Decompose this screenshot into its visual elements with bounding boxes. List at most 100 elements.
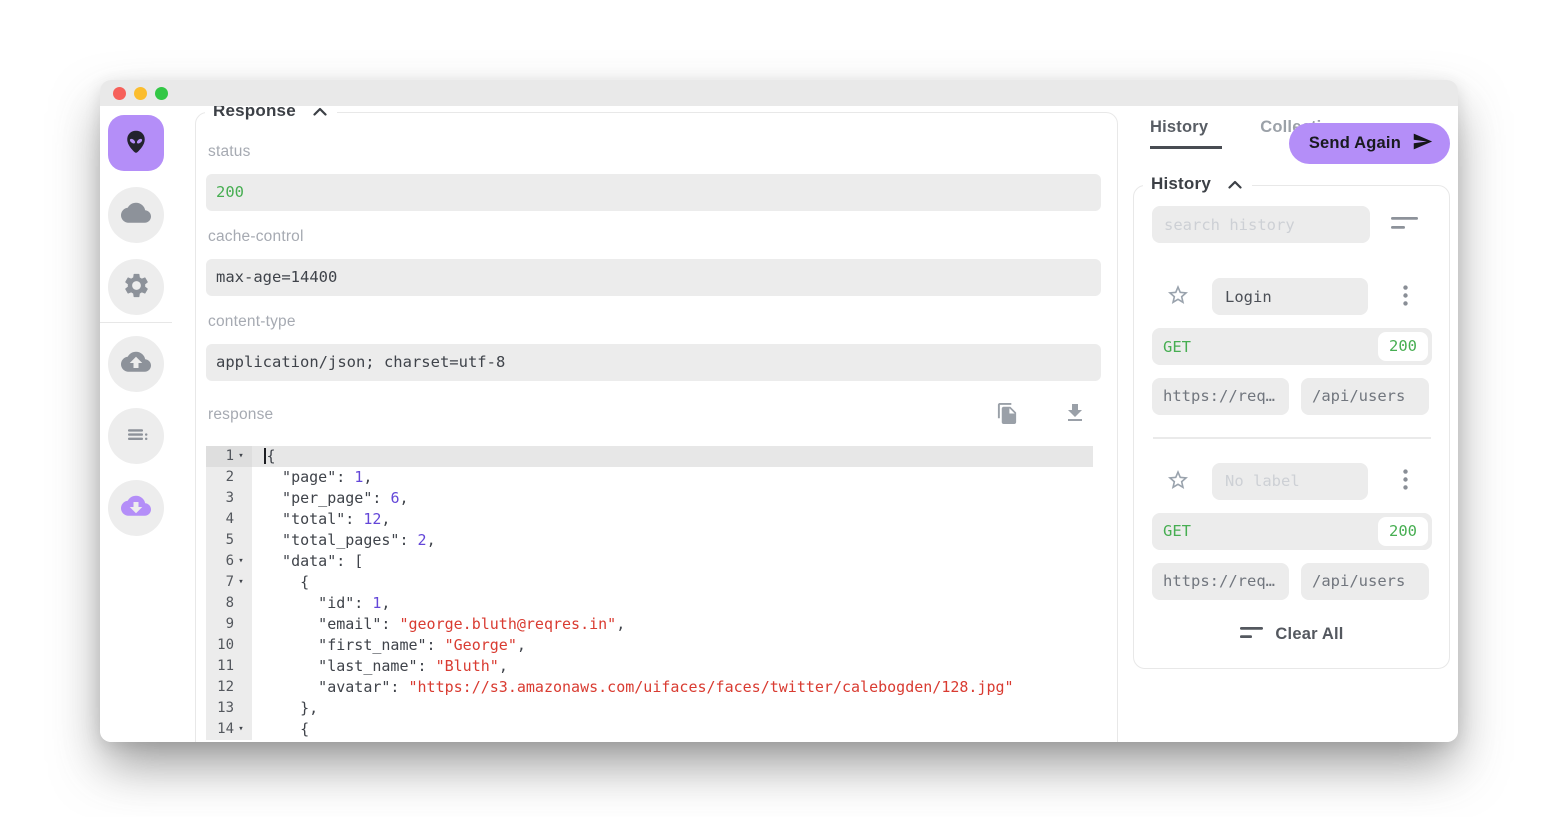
code-line[interactable]: 2 "page": 1, [206, 467, 1093, 488]
code-content: "total": 12, [252, 509, 1093, 530]
history-panel: History [1133, 185, 1450, 669]
more-vert-icon [1403, 285, 1408, 309]
url-path-pill[interactable]: /api/users [1301, 563, 1429, 600]
request-url-row: https://req… /api/users [1152, 563, 1432, 600]
line-number: 3 [206, 488, 234, 509]
traffic-light-close[interactable] [113, 87, 126, 100]
sidebar-button-home[interactable] [108, 115, 164, 171]
collapse-history-button[interactable] [1226, 175, 1244, 194]
code-line[interactable]: 12 "avatar": "https://s3.amazonaws.com/u… [206, 677, 1093, 698]
history-label-input[interactable] [1212, 278, 1368, 315]
favorite-button[interactable] [1166, 468, 1190, 495]
code-content: "first_name": "George", [252, 635, 1093, 656]
status-badge: 200 [1378, 517, 1428, 546]
sidebar-button-settings[interactable] [108, 259, 164, 315]
more-options-button[interactable] [1401, 467, 1410, 495]
history-item: GET 200 https://req… /api/users [1152, 463, 1432, 600]
response-section: Response status 200 cache-control max-ag… [195, 112, 1118, 742]
history-item-header [1152, 463, 1432, 500]
sort-history-button[interactable] [1387, 213, 1422, 237]
status-badge: 200 [1378, 332, 1428, 361]
request-summary[interactable]: GET 200 [1152, 328, 1432, 365]
chevron-up-icon [1228, 177, 1242, 192]
page: Response status 200 cache-control max-ag… [0, 0, 1566, 817]
code-content: "data": [ [252, 551, 1093, 572]
line-gutter: 12 [206, 677, 252, 698]
line-number: 10 [206, 635, 234, 656]
code-line[interactable]: 13 }, [206, 698, 1093, 719]
star-icon [1166, 468, 1190, 495]
clear-all-button[interactable]: Clear All [1240, 625, 1343, 644]
alien-icon [122, 128, 150, 159]
code-line[interactable]: 5 "total_pages": 2, [206, 530, 1093, 551]
response-panel: Response status 200 cache-control max-ag… [195, 112, 1118, 742]
cloud-download-icon [121, 492, 151, 525]
fold-arrow-icon[interactable]: ▾ [234, 446, 248, 467]
code-editor[interactable]: 1▾{2 "page": 1,3 "per_page": 6,4 "total"… [206, 446, 1093, 740]
cloud-upload-icon [121, 348, 151, 381]
code-line[interactable]: 11 "last_name": "Bluth", [206, 656, 1093, 677]
line-number: 1 [206, 446, 234, 467]
code-line[interactable]: 10 "first_name": "George", [206, 635, 1093, 656]
fold-arrow-icon[interactable]: ▾ [234, 719, 248, 740]
send-again-button[interactable]: Send Again [1289, 123, 1450, 164]
line-number: 14 [206, 719, 234, 740]
line-gutter: 4 [206, 509, 252, 530]
code-content: "page": 1, [252, 467, 1093, 488]
code-line[interactable]: 4 "total": 12, [206, 509, 1093, 530]
more-options-button[interactable] [1401, 283, 1410, 311]
sidebar [100, 106, 172, 742]
tab-history[interactable]: History [1150, 118, 1222, 149]
line-gutter: 10 [206, 635, 252, 656]
star-icon [1166, 283, 1190, 310]
url-path-pill[interactable]: /api/users [1301, 378, 1429, 415]
favorite-button[interactable] [1166, 283, 1190, 310]
history-search-input[interactable] [1152, 206, 1370, 243]
sort-lines-icon [1391, 217, 1418, 233]
code-line[interactable]: 8 "id": 1, [206, 593, 1093, 614]
line-gutter: 9 [206, 614, 252, 635]
copy-icon [996, 402, 1019, 428]
sidebar-button-upload[interactable] [108, 336, 164, 392]
code-line[interactable]: 3 "per_page": 6, [206, 488, 1093, 509]
copy-response-button[interactable] [996, 402, 1019, 428]
text-caret [264, 448, 266, 464]
history-item: GET 200 https://req… /api/users [1152, 278, 1432, 415]
traffic-light-zoom[interactable] [155, 87, 168, 100]
fold-arrow-icon[interactable]: ▾ [234, 572, 248, 593]
code-line[interactable]: 6▾ "data": [ [206, 551, 1093, 572]
method-label: GET [1163, 338, 1191, 356]
line-gutter: 1▾ [206, 446, 252, 467]
code-line[interactable]: 14▾ { [206, 719, 1093, 740]
method-label: GET [1163, 522, 1191, 540]
line-number: 7 [206, 572, 234, 593]
collapse-response-button[interactable] [311, 106, 329, 121]
code-line[interactable]: 1▾{ [206, 446, 1093, 467]
line-gutter: 2 [206, 467, 252, 488]
line-gutter: 11 [206, 656, 252, 677]
request-summary[interactable]: GET 200 [1152, 513, 1432, 550]
history-label-input[interactable] [1212, 463, 1368, 500]
fold-arrow-icon[interactable]: ▾ [234, 551, 248, 572]
url-base-pill[interactable]: https://req… [1152, 563, 1289, 600]
history-item-header [1152, 278, 1432, 315]
traffic-light-minimize[interactable] [134, 87, 147, 100]
code-content: "email": "george.bluth@reqres.in", [252, 614, 1093, 635]
download-response-button[interactable] [1063, 401, 1087, 428]
code-line[interactable]: 7▾ { [206, 572, 1093, 593]
sidebar-button-cloud[interactable] [108, 187, 164, 243]
gear-icon [122, 271, 151, 303]
sidebar-button-list[interactable] [108, 408, 164, 464]
code-line[interactable]: 9 "email": "george.bluth@reqres.in", [206, 614, 1093, 635]
url-base-pill[interactable]: https://req… [1152, 378, 1289, 415]
line-number: 2 [206, 467, 234, 488]
more-vert-icon [1403, 469, 1408, 493]
sidebar-button-download[interactable] [108, 480, 164, 536]
line-gutter: 13 [206, 698, 252, 719]
code-content: { [252, 719, 1093, 740]
response-panel-legend: Response [205, 106, 337, 121]
code-content: "avatar": "https://s3.amazonaws.com/uifa… [252, 677, 1093, 698]
history-search-row [1152, 206, 1432, 243]
line-gutter: 5 [206, 530, 252, 551]
line-gutter: 7▾ [206, 572, 252, 593]
